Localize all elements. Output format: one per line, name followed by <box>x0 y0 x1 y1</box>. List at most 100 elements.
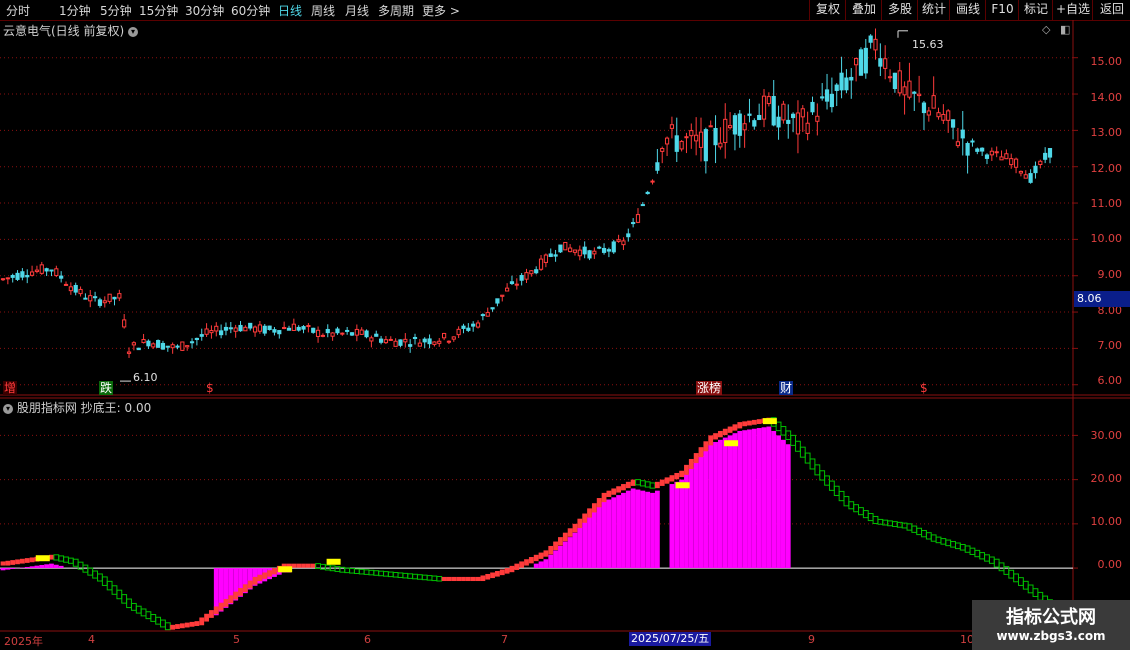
high-price-label: 15.63 <box>912 38 944 51</box>
candle-body <box>92 296 98 299</box>
candle-body <box>485 312 490 317</box>
indicator-fall-bar <box>383 571 389 577</box>
candle-body <box>204 328 209 335</box>
indicator-fall-bar <box>790 434 796 446</box>
indicator-fill-bar <box>543 559 549 569</box>
indicator-fall-bar <box>644 481 651 488</box>
candle-body <box>267 325 272 331</box>
indicator-fill-bar <box>553 550 558 569</box>
indicator-fall-bar <box>87 567 94 576</box>
candle-body <box>427 338 432 345</box>
candle-body <box>180 341 185 351</box>
indicator-rise-bar <box>572 523 578 533</box>
candle-body <box>311 327 316 333</box>
candle-body <box>257 324 263 332</box>
candle-body <box>59 275 64 279</box>
indicator-fall-bar <box>872 515 879 525</box>
indicator-fall-bar <box>344 567 351 574</box>
indicator-rise-bar <box>291 563 297 568</box>
indicator-rise-bar <box>184 622 190 628</box>
indicator-fall-bar <box>969 547 976 555</box>
candle-body <box>883 58 888 69</box>
indicator-rise-bar <box>747 420 752 426</box>
candle-body <box>538 258 544 270</box>
candle-body <box>15 272 20 280</box>
indicator-fill-bar <box>708 444 714 569</box>
chevron-down-icon[interactable]: ▾ <box>3 403 13 414</box>
candle-body <box>107 293 112 302</box>
watermark-title: 指标公式网 <box>1006 607 1096 628</box>
indicator-rise-bar <box>451 576 457 582</box>
candle-body <box>703 129 708 162</box>
indicator-fill-bar <box>606 499 612 569</box>
indicator-fill-bar <box>713 442 718 569</box>
event-tag-increase[interactable]: 增 <box>3 381 18 395</box>
candle-body <box>345 329 350 332</box>
indicator-fill-bar <box>766 426 772 569</box>
candle-body <box>422 338 427 343</box>
candle-body <box>131 342 136 346</box>
indicator-fill-bar <box>558 545 563 569</box>
indicator-fall-bar <box>819 470 826 481</box>
indicator-rise-bar <box>625 481 631 489</box>
indicator-fill-bar <box>10 568 16 569</box>
indicator-rise-bar <box>470 576 476 582</box>
candle-body <box>219 330 224 336</box>
candle-body <box>160 342 166 350</box>
event-tag-drop[interactable]: 跌 <box>99 381 114 395</box>
candle-body <box>897 70 902 94</box>
candle-body <box>795 112 801 135</box>
low-price-label: 6.10 <box>133 371 158 384</box>
candle-body <box>989 150 994 156</box>
chevron-down-icon[interactable]: ▾ <box>128 26 139 37</box>
candle-body <box>839 72 844 91</box>
candle-body <box>243 326 248 332</box>
indicator-fall-bar <box>121 594 128 604</box>
indicator-rise-bar <box>659 479 665 486</box>
watermark-url: www.zbgs3.com <box>996 629 1106 643</box>
indicator-tick: 30.00 <box>1090 429 1123 442</box>
candle-body <box>49 269 54 272</box>
indicator-rise-bar <box>756 419 762 425</box>
event-tag-top-list[interactable]: 涨榜 <box>696 381 723 395</box>
indicator-fall-bar <box>1022 580 1029 590</box>
candle-body <box>587 250 592 259</box>
indicator-rise-bar <box>514 563 520 570</box>
indicator-rise-bar <box>693 453 699 464</box>
indicator-rise-bar <box>247 580 253 589</box>
indicator-fill-bar <box>29 566 35 569</box>
indicator-fall-bar <box>106 580 113 591</box>
event-tag-finance[interactable]: 财 <box>779 381 794 395</box>
candle-body <box>475 322 481 328</box>
event-tag-dollar[interactable]: $ <box>205 381 215 395</box>
candle-body <box>223 326 229 331</box>
candle-body <box>282 326 287 330</box>
indicator-fall-bar <box>97 573 103 582</box>
indicator-rise-bar <box>538 552 544 559</box>
candle-body <box>156 340 161 348</box>
indicator-fall-bar <box>1013 573 1019 583</box>
watermark: 指标公式网 www.zbgs3.com <box>972 600 1130 650</box>
candle-body <box>887 76 893 79</box>
diamond-icon[interactable]: ◇ <box>1042 23 1050 36</box>
candle-body <box>664 137 670 145</box>
candle-body <box>374 333 379 337</box>
candle-body <box>873 38 878 51</box>
indicator-fill-bar <box>601 501 607 569</box>
panel-toggle-icon[interactable]: ◧ <box>1060 23 1070 36</box>
price-tick: 15.00 <box>1090 55 1123 68</box>
indicator-fall-bar <box>416 574 423 580</box>
indicator-rise-bar <box>242 584 248 593</box>
indicator-rise-bar <box>669 475 675 482</box>
indicator-fill-bar <box>640 490 646 569</box>
indicator-fall-bar <box>111 585 118 595</box>
candle-body <box>495 298 500 304</box>
candle-body <box>776 116 781 128</box>
indicator-highlight <box>762 418 777 425</box>
kline-chart[interactable] <box>0 0 1130 650</box>
event-tag-dollar[interactable]: $ <box>919 381 929 395</box>
indicator-rise-bar <box>611 488 617 495</box>
indicator-rise-bar <box>577 518 583 528</box>
candle-body <box>761 95 767 120</box>
indicator-fall-bar <box>950 541 956 548</box>
